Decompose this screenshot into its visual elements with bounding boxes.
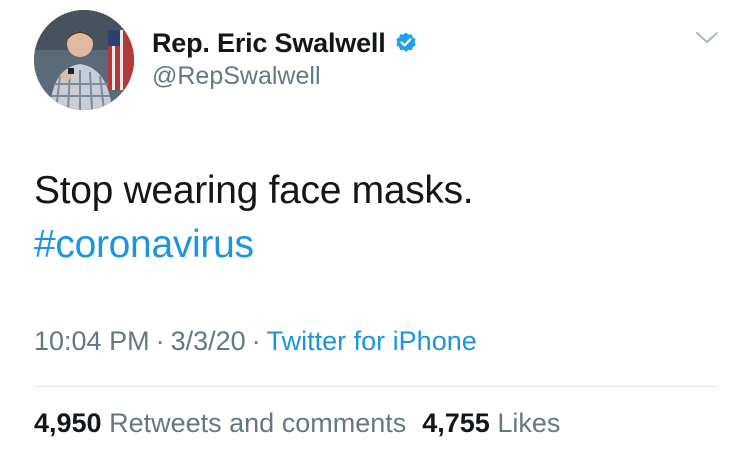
likes-label: Likes xyxy=(497,408,561,438)
tweet-stats: 4,950 Retweets and comments 4,755 Likes xyxy=(34,408,560,439)
meta-separator: · xyxy=(251,326,261,356)
tweet-meta: 10:04 PM · 3/3/20 · Twitter for iPhone xyxy=(34,326,477,357)
author-handle[interactable]: @RepSwalwell xyxy=(152,62,321,91)
likes-stat[interactable]: 4,755 Likes xyxy=(422,408,560,438)
retweets-stat[interactable]: 4,950 Retweets and comments xyxy=(34,408,406,438)
tweet-time[interactable]: 10:04 PM xyxy=(34,326,150,356)
tweet-date[interactable]: 3/3/20 xyxy=(171,326,246,356)
author-name-row[interactable]: Rep. Eric Swalwell xyxy=(152,26,418,60)
tweet-text: Stop wearing face masks. #coronavirus xyxy=(34,164,474,272)
meta-separator: · xyxy=(155,326,165,356)
verified-badge-icon xyxy=(394,31,418,55)
profile-photo xyxy=(34,10,134,110)
tweet-text-line: Stop wearing face masks. xyxy=(34,169,474,212)
retweets-label: Retweets and comments xyxy=(109,408,407,438)
likes-count: 4,755 xyxy=(422,408,490,438)
tweet-source-link[interactable]: Twitter for iPhone xyxy=(267,326,477,356)
chevron-down-icon[interactable] xyxy=(694,28,720,48)
author-display-name[interactable]: Rep. Eric Swalwell xyxy=(152,28,386,59)
tweet-card: Rep. Eric Swalwell @RepSwalwell Stop wea… xyxy=(0,0,750,454)
avatar[interactable] xyxy=(34,10,134,110)
retweets-count: 4,950 xyxy=(34,408,102,438)
hashtag-link[interactable]: #coronavirus xyxy=(34,218,473,272)
divider xyxy=(34,386,718,387)
